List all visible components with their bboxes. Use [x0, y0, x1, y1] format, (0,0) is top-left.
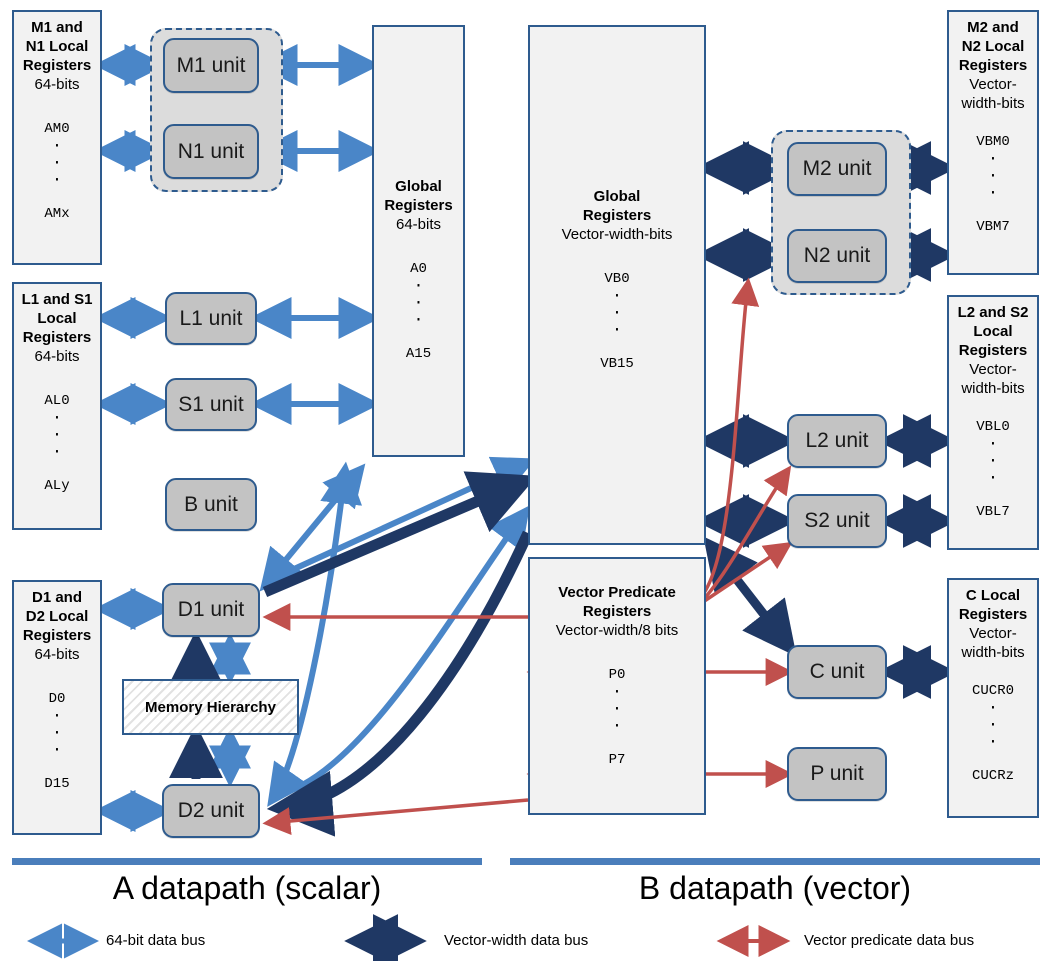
regfile-title: Global Registers [582, 188, 652, 224]
regfile-width: 64-bits [34, 76, 80, 93]
regfile-last: ALy [44, 478, 70, 494]
regfile-width: Vector- width-bits [961, 361, 1025, 397]
regfile-last: CUCRz [971, 768, 1014, 784]
regfile-width: Vector-width-bits [561, 226, 673, 243]
unit-p[interactable]: P unit [787, 747, 887, 801]
unit-s2[interactable]: S2 unit [787, 494, 887, 548]
regfile-width: Vector- width-bits [961, 625, 1025, 661]
regfile-first: VB0 [604, 271, 630, 287]
memory-hierarchy: Memory Hierarchy [122, 679, 299, 735]
regfile-first: VBM0 [976, 134, 1010, 150]
a-datapath-label: A datapath (scalar) [112, 870, 382, 906]
ellipsis-dots: · · · [987, 435, 999, 488]
regfile-first: D0 [48, 691, 66, 707]
regfile-width: Vector- width-bits [961, 76, 1025, 112]
unit-d1[interactable]: D1 unit [162, 583, 260, 637]
unit-d2[interactable]: D2 unit [162, 784, 260, 838]
regfile-last: VB15 [600, 356, 634, 372]
regfile-last: VBL7 [976, 504, 1010, 520]
unit-m1[interactable]: M1 unit [163, 38, 259, 93]
a-datapath-divider-bar [12, 858, 482, 865]
regfile-title: M1 and N1 Local Registers [22, 19, 92, 74]
regfile-width: Vector-width/8 bits [555, 622, 679, 639]
ellipsis-dots: · · · [51, 409, 63, 462]
ellipsis-dots: · · · [413, 277, 424, 330]
b-datapath-label: B datapath (vector) [638, 870, 912, 906]
regfile-width: 64-bits [34, 348, 80, 365]
regfile-first: CUCR0 [971, 683, 1014, 699]
register-file-d1-d2-local: D1 and D2 Local Registers 64-bits D0 · · ·… [12, 580, 102, 835]
regfile-last: AMx [44, 206, 70, 222]
register-file-a-global: Global Registers 64-bits A0 · · · A15 [372, 25, 465, 457]
regfile-title: C Local Registers [958, 587, 1028, 623]
b-datapath-divider-bar [510, 858, 1040, 865]
legend-label-vector: Vector-width data bus [444, 932, 589, 949]
ellipsis-dots: · · · [987, 699, 999, 752]
unit-s1[interactable]: S1 unit [165, 378, 257, 431]
legend-label-predicate: Vector predicate data bus [804, 932, 975, 949]
register-file-l1-s1-local: L1 and S1 Local Registers 64-bits AL0 · ·… [12, 282, 102, 530]
regfile-first: A0 [410, 261, 427, 277]
register-file-l2-s2-local: L2 and S2 Local Registers Vector- width-… [947, 295, 1039, 550]
unit-n2[interactable]: N2 unit [787, 229, 887, 283]
register-file-vector-predicate: Vector Predicate Registers Vector-width/… [528, 557, 706, 815]
unit-m2[interactable]: M2 unit [787, 142, 887, 196]
regfile-first: P0 [608, 667, 626, 683]
register-file-c-local: C Local Registers Vector- width-bits CUC… [947, 578, 1039, 818]
regfile-last: A15 [405, 346, 432, 362]
regfile-title: Vector Predicate Registers [558, 584, 676, 620]
regfile-title: L1 and S1 Local Registers [21, 291, 93, 346]
regfile-title: M2 and N2 Local Registers [958, 19, 1028, 74]
regfile-title: Global Registers [384, 178, 453, 214]
legend-label-scalar: 64-bit data bus [106, 932, 206, 949]
regfile-title: D1 and D2 Local Registers [22, 589, 92, 644]
ellipsis-dots: · · · [611, 287, 623, 340]
unit-b[interactable]: B unit [165, 478, 257, 531]
regfile-last: P7 [608, 752, 626, 768]
regfile-last: D15 [44, 776, 70, 792]
ellipsis-dots: · · · [51, 137, 63, 190]
register-file-m1-n1-local: M1 and N1 Local Registers 64-bits AM0 · ·… [12, 10, 102, 265]
register-file-b-global: Global Registers Vector-width-bits VB0 ·… [528, 25, 706, 545]
regfile-title: L2 and S2 Local Registers [957, 304, 1029, 359]
regfile-width: 64-bits [34, 646, 80, 663]
regfile-first: VBL0 [976, 419, 1010, 435]
regfile-width: 64-bits [395, 216, 442, 233]
ellipsis-dots: · · · [611, 683, 623, 736]
ellipsis-dots: · · · [51, 707, 63, 760]
register-file-m2-n2-local: M2 and N2 Local Registers Vector- width-… [947, 10, 1039, 275]
unit-c[interactable]: C unit [787, 645, 887, 699]
datapath-diagram: M1 and N1 Local Registers 64-bits AM0 · ·… [0, 0, 1051, 961]
unit-l2[interactable]: L2 unit [787, 414, 887, 468]
ellipsis-dots: · · · [987, 150, 999, 203]
regfile-first: AM0 [44, 121, 70, 137]
unit-l1[interactable]: L1 unit [165, 292, 257, 345]
regfile-last: VBM7 [976, 219, 1010, 235]
regfile-first: AL0 [44, 393, 70, 409]
unit-n1[interactable]: N1 unit [163, 124, 259, 179]
